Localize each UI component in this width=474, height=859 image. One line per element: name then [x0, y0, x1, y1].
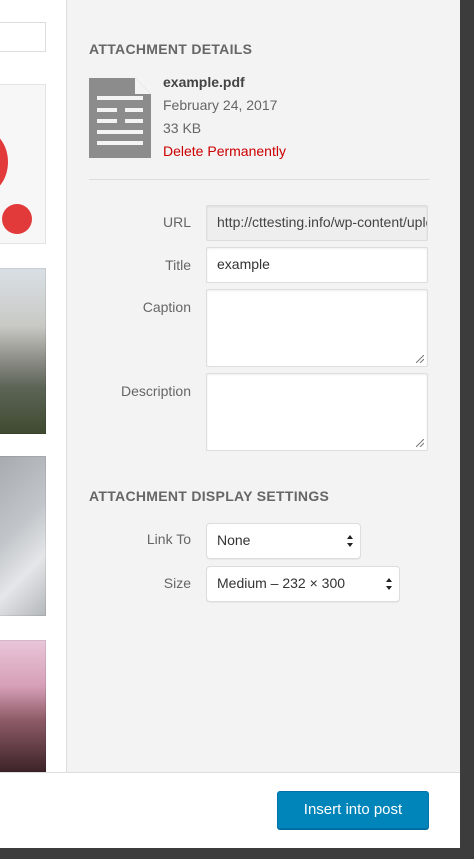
thumbnail-graphic	[0, 130, 8, 194]
media-modal: ATTACHMENT DETAILS example.pdf February …	[0, 0, 460, 848]
display-settings-heading: ATTACHMENT DISPLAY SETTINGS	[89, 488, 330, 504]
attachment-thumbnail[interactable]	[0, 456, 46, 616]
description-label: Description	[120, 383, 191, 399]
link-to-label: Link To	[146, 531, 191, 547]
search-input[interactable]	[0, 22, 46, 52]
thumbnail-graphic	[2, 204, 32, 234]
attachment-thumbnail[interactable]	[0, 640, 46, 772]
link-to-value: None	[217, 532, 251, 548]
delete-permanently-link[interactable]: Delete Permanently	[163, 143, 286, 159]
file-name: example.pdf	[163, 74, 245, 90]
select-arrows-icon	[386, 578, 392, 590]
size-label: Size	[163, 575, 191, 591]
caption-field[interactable]	[206, 289, 428, 367]
url-label: URL	[162, 214, 191, 230]
upload-date: February 24, 2017	[163, 97, 278, 113]
attachment-details-sidebar: ATTACHMENT DETAILS example.pdf February …	[66, 0, 460, 772]
modal-toolbar: Insert into post	[0, 772, 460, 848]
caption-label: Caption	[142, 299, 191, 315]
attachment-thumbnail[interactable]	[0, 268, 46, 434]
insert-into-post-button[interactable]: Insert into post	[277, 791, 429, 829]
title-field[interactable]: example	[206, 247, 428, 283]
description-field[interactable]	[206, 373, 428, 451]
title-label: Title	[165, 257, 191, 273]
resize-handle-icon[interactable]	[416, 355, 424, 363]
link-to-select[interactable]: None	[206, 523, 361, 559]
attachment-thumbnail[interactable]	[0, 84, 46, 244]
size-value: Medium – 232 × 300	[217, 575, 346, 591]
media-library-grid	[0, 0, 66, 772]
size-select[interactable]: Medium – 232 × 300	[206, 566, 400, 602]
select-arrows-icon	[347, 535, 353, 547]
resize-handle-icon[interactable]	[416, 439, 424, 447]
attachment-details-heading: ATTACHMENT DETAILS	[89, 41, 253, 57]
divider	[89, 179, 430, 180]
file-size: 33 KB	[163, 120, 202, 136]
url-field[interactable]: http://cttesting.info/wp-content/uploads…	[206, 205, 428, 241]
document-icon	[89, 78, 151, 158]
